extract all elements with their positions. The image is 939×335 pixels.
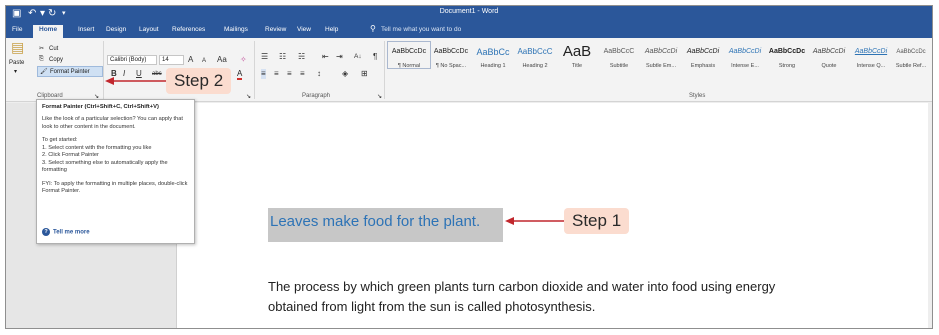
step-1-callout: Step 1: [564, 208, 630, 234]
step-1-arrowhead: [505, 217, 514, 225]
word-window: ▣ ↶ ▾ ↻ ▾ Document1 - Word File Home Ins…: [5, 5, 933, 329]
step-2-callout: Step 2: [166, 68, 232, 94]
callout-arrows: [105, 77, 564, 225]
step-2-arrowhead: [105, 77, 114, 85]
